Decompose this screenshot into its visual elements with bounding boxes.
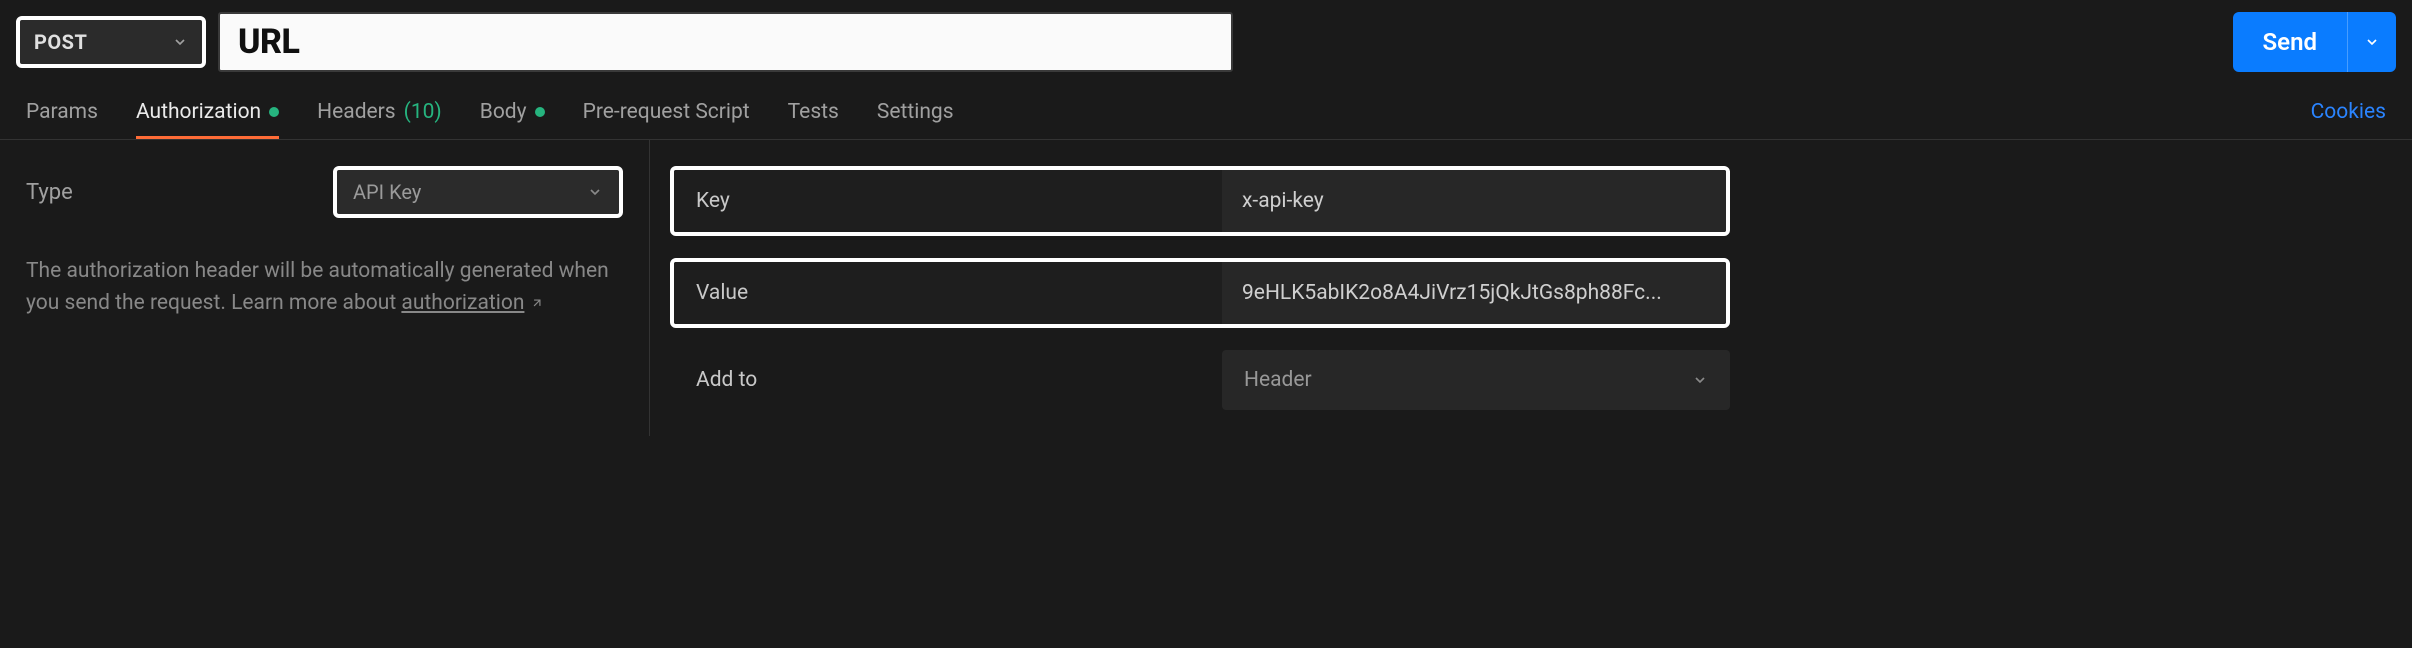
authorization-panel: Type API Key The authorization header wi… — [0, 140, 2412, 436]
auth-type-select[interactable]: API Key — [333, 166, 623, 218]
tab-authorization[interactable]: Authorization — [136, 86, 279, 138]
auth-fields-section: Key Value Add to Header — [650, 140, 2412, 436]
add-to-select[interactable]: Header — [1222, 350, 1730, 410]
chevron-down-icon — [172, 34, 188, 50]
send-button-group: Send — [2233, 12, 2396, 72]
auth-type-section: Type API Key The authorization header wi… — [0, 140, 650, 436]
api-key-value-row: Value — [670, 258, 1730, 328]
tab-body[interactable]: Body — [480, 86, 545, 138]
chevron-down-icon — [587, 184, 603, 200]
tab-headers[interactable]: Headers (10) — [317, 86, 442, 138]
api-key-key-row: Key — [670, 166, 1730, 236]
add-to-label: Add to — [674, 350, 1222, 410]
send-dropdown-button[interactable] — [2347, 12, 2396, 72]
url-input[interactable] — [218, 12, 1233, 72]
headers-count-badge: (10) — [404, 100, 442, 124]
external-link-icon — [530, 296, 544, 310]
send-button[interactable]: Send — [2233, 12, 2347, 72]
key-field-label: Key — [674, 170, 1222, 232]
tab-params[interactable]: Params — [26, 86, 98, 138]
tab-tests[interactable]: Tests — [788, 86, 839, 138]
tab-pre-request-script[interactable]: Pre-request Script — [583, 86, 750, 138]
add-to-value: Header — [1244, 368, 1312, 392]
auth-help-text: The authorization header will be automat… — [26, 256, 623, 319]
status-dot-icon — [269, 107, 279, 117]
value-input[interactable] — [1222, 262, 1726, 324]
chevron-down-icon — [2364, 34, 2380, 50]
auth-type-label: Type — [26, 180, 73, 205]
http-method-value: POST — [34, 30, 87, 54]
request-tabs: Params Authorization Headers (10) Body P… — [0, 84, 2412, 140]
value-field-label: Value — [674, 262, 1222, 324]
auth-type-value: API Key — [353, 180, 421, 204]
key-input[interactable] — [1222, 170, 1726, 232]
http-method-select[interactable]: POST — [16, 16, 206, 68]
authorization-docs-link[interactable]: authorization — [401, 288, 544, 320]
cookies-link[interactable]: Cookies — [2311, 100, 2386, 124]
status-dot-icon — [535, 107, 545, 117]
tab-settings[interactable]: Settings — [877, 86, 954, 138]
add-to-row: Add to Header — [670, 350, 1730, 410]
chevron-down-icon — [1692, 372, 1708, 388]
